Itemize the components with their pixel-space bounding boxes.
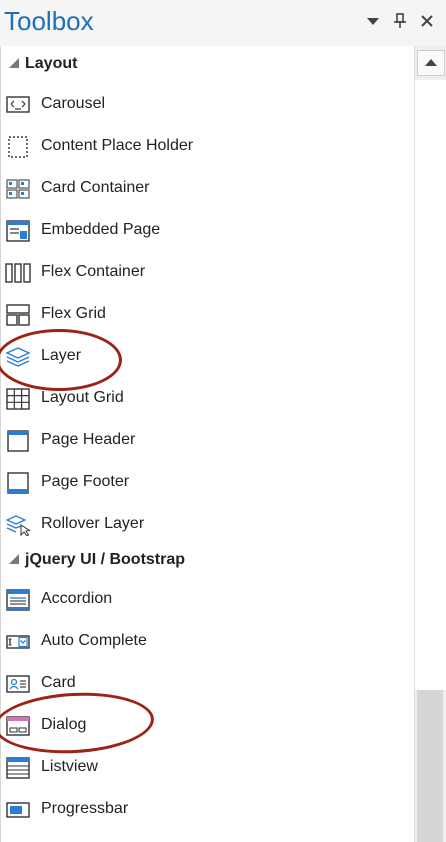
toolbox-item-flex-container[interactable]: Flex Container: [1, 252, 415, 294]
toolbox-list: Layout Carousel Content Place Holder Car…: [0, 46, 415, 842]
panel-title: Toolbox: [4, 6, 94, 36]
dropdown-arrow-icon[interactable]: [364, 12, 382, 30]
page-header-icon: [5, 430, 31, 452]
listview-icon: [5, 757, 31, 779]
item-label: Accordion: [41, 590, 113, 607]
progressbar-icon: [5, 799, 31, 821]
group-jquery-ui-bootstrap[interactable]: jQuery UI / Bootstrap: [1, 542, 415, 580]
card-icon: [5, 673, 31, 695]
collapse-triangle-icon[interactable]: [9, 58, 19, 68]
toolbox-item-flex-grid[interactable]: Flex Grid: [1, 294, 415, 336]
layer-icon: [5, 346, 31, 368]
rollover-layer-icon: [5, 514, 31, 537]
toolbox-item-content-place-holder[interactable]: Content Place Holder: [1, 126, 415, 168]
content-placeholder-icon: [5, 136, 31, 158]
toolbox-item-card-container[interactable]: Card Container: [1, 168, 415, 210]
item-label: Page Footer: [41, 473, 130, 490]
scroll-track[interactable]: [415, 80, 446, 690]
item-label: Carousel: [41, 95, 106, 112]
close-icon[interactable]: [418, 12, 436, 30]
embedded-page-icon: [5, 220, 31, 242]
collapse-triangle-icon[interactable]: [9, 554, 19, 564]
item-label: Rollover Layer: [41, 515, 145, 532]
item-label: Layer: [41, 347, 82, 364]
carousel-icon: [5, 94, 31, 116]
accordion-icon: [5, 589, 31, 611]
item-label: Progressbar: [41, 800, 129, 817]
item-label: Content Place Holder: [41, 137, 194, 154]
scroll-up-icon[interactable]: [417, 50, 445, 76]
toolbox-item-rollover-layer[interactable]: Rollover Layer: [1, 504, 415, 546]
item-label: Flex Container: [41, 263, 146, 280]
toolbox-item-accordion[interactable]: Accordion: [1, 579, 415, 621]
item-label: Dialog: [41, 716, 87, 733]
flex-grid-icon: [5, 304, 31, 326]
toolbox-item-embedded-page[interactable]: Embedded Page: [1, 210, 415, 252]
toolbox-item-page-footer[interactable]: Page Footer: [1, 462, 415, 504]
toolbox-item-page-header[interactable]: Page Header: [1, 420, 415, 462]
vertical-scrollbar[interactable]: [414, 46, 446, 842]
toolbox-item-progressbar[interactable]: Progressbar: [1, 789, 415, 831]
toolbox-item-auto-complete[interactable]: Auto Complete: [1, 621, 415, 663]
item-label: Card: [41, 674, 76, 691]
group-label: jQuery UI / Bootstrap: [25, 551, 186, 568]
layout-grid-icon: [5, 388, 31, 410]
toolbox-item-layout-grid[interactable]: Layout Grid: [1, 378, 415, 420]
group-label: Layout: [25, 55, 78, 72]
toolbox-item-layer[interactable]: Layer: [1, 336, 415, 378]
item-label: Flex Grid: [41, 305, 106, 322]
card-container-icon: [5, 178, 31, 200]
item-label: Auto Complete: [41, 632, 147, 649]
toolbox-item-dialog[interactable]: Dialog: [1, 705, 415, 747]
toolbox-item-carousel[interactable]: Carousel: [1, 84, 415, 126]
toolbox-panel: Toolbox Layout Carousel Content Place Ho…: [0, 0, 446, 842]
item-label: Page Header: [41, 431, 136, 448]
item-label: Layout Grid: [41, 389, 124, 406]
flex-container-icon: [5, 262, 31, 284]
auto-complete-icon: [5, 631, 31, 653]
pin-icon[interactable]: [391, 12, 409, 30]
item-label: Card Container: [41, 179, 150, 196]
toolbox-titlebar: Toolbox: [0, 0, 446, 46]
group-layout[interactable]: Layout: [1, 46, 415, 84]
page-footer-icon: [5, 472, 31, 494]
dialog-icon: [5, 715, 31, 737]
scroll-thumb[interactable]: [417, 690, 443, 842]
item-label: Listview: [41, 758, 98, 775]
item-label: Embedded Page: [41, 221, 161, 238]
toolbox-item-listview[interactable]: Listview: [1, 747, 415, 789]
toolbox-item-card[interactable]: Card: [1, 663, 415, 705]
